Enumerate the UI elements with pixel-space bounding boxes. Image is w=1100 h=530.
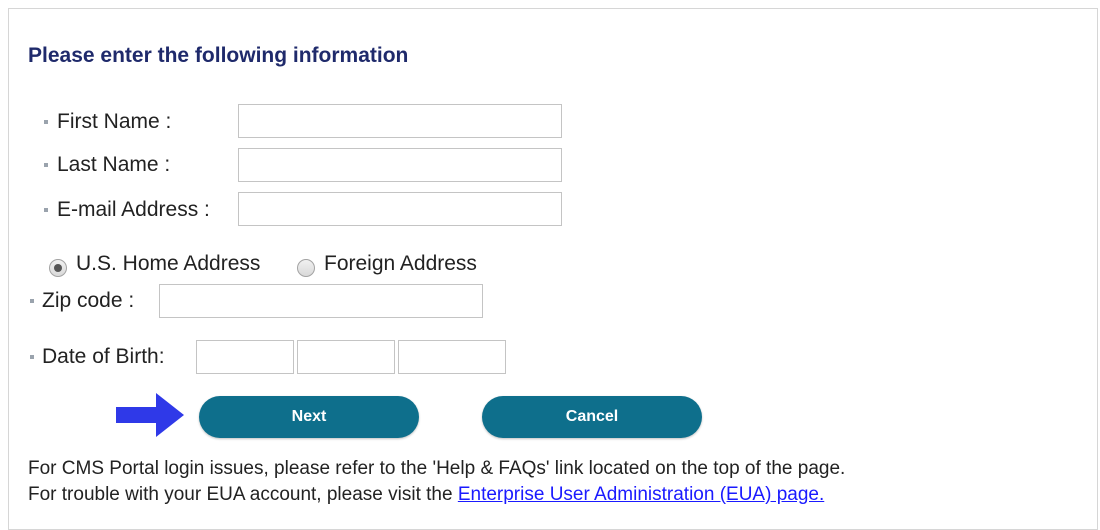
right-arrow-icon <box>116 393 184 437</box>
dob-month-input[interactable] <box>196 340 294 374</box>
required-bullet-email <box>44 208 48 212</box>
us-home-address-radio[interactable] <box>49 259 67 277</box>
last-name-label: Last Name : <box>57 153 171 176</box>
first-name-input[interactable] <box>238 104 562 138</box>
login-issues-note: For CMS Portal login issues, please refe… <box>28 458 846 479</box>
next-button[interactable]: Next <box>199 396 419 438</box>
cancel-button[interactable]: Cancel <box>482 396 702 438</box>
foreign-address-radio[interactable] <box>297 259 315 277</box>
date-of-birth-label: Date of Birth: <box>42 345 165 368</box>
form-title: Please enter the following information <box>28 44 409 67</box>
required-bullet-zip <box>30 299 34 303</box>
required-bullet-dob <box>30 355 34 359</box>
eua-page-link[interactable]: Enterprise User Administration (EUA) pag… <box>458 484 824 505</box>
first-name-label: First Name : <box>57 110 172 133</box>
us-home-address-label[interactable]: U.S. Home Address <box>76 252 260 276</box>
dob-year-input[interactable] <box>398 340 506 374</box>
zip-code-label: Zip code : <box>42 289 135 312</box>
last-name-input[interactable] <box>238 148 562 182</box>
dob-day-input[interactable] <box>297 340 395 374</box>
required-bullet-first-name <box>44 120 48 124</box>
email-label: E-mail Address : <box>57 198 210 221</box>
foreign-address-label[interactable]: Foreign Address <box>324 252 477 276</box>
eua-note-text: For trouble with your EUA account, pleas… <box>28 484 458 505</box>
required-bullet-last-name <box>44 163 48 167</box>
zip-code-input[interactable] <box>159 284 483 318</box>
eua-note: For trouble with your EUA account, pleas… <box>28 484 824 506</box>
email-input[interactable] <box>238 192 562 226</box>
